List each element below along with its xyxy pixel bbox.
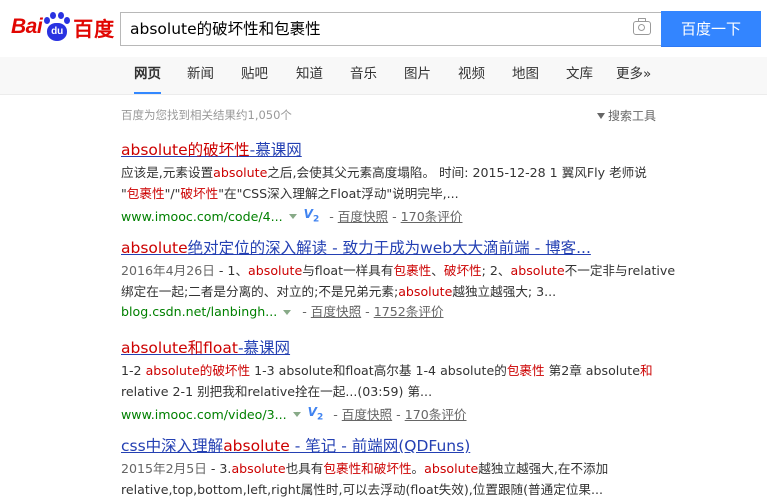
result-abstract: 2015年2月5日 - 3.absolute也具有包裹性和破坏性。absolut… (121, 461, 609, 497)
nav-tabs: 网页 新闻 贴吧 知道 音乐 图片 视频 地图 文库 更多» (0, 57, 767, 95)
logo-text-mid: du (51, 26, 64, 37)
reviews-link[interactable]: 170条评价 (405, 406, 467, 424)
tab-music[interactable]: 音乐 (350, 57, 377, 94)
verified-v2-icon[interactable]: V2 (308, 403, 324, 426)
chevron-down-icon[interactable] (283, 309, 292, 315)
tab-web[interactable]: 网页 (134, 57, 161, 94)
result-abstract: 2016年4月26日 - 1、absolute与float一样具有包裹性、破坏性… (121, 263, 676, 299)
chevron-down-icon[interactable] (288, 214, 297, 220)
result-cite: blog.csdn.net/lanbingh... - 百度快照 - 1752条… (121, 303, 444, 321)
snapshot-link[interactable]: 百度快照 (338, 208, 388, 226)
search-query[interactable]: absolute的破坏性和包裹性 (130, 13, 321, 45)
snapshot-link[interactable]: 百度快照 (342, 406, 392, 424)
tab-video[interactable]: 视频 (458, 57, 485, 94)
result-cite: www.imooc.com/code/4... V2 - 百度快照 - 170条… (121, 205, 681, 228)
search-input[interactable]: absolute的破坏性和包裹性 (120, 12, 661, 46)
result-title-link[interactable]: absolute绝对定位的深入解读 - 致力于成为web大大滴前端 - 博客..… (121, 238, 681, 258)
search-result: css中深入理解absolute - 笔记 - 前端网(QDFuns) 2015… (121, 436, 681, 500)
result-url[interactable]: www.imooc.com/code/4... (121, 208, 283, 226)
result-url[interactable]: blog.csdn.net/lanbingh... (121, 303, 277, 321)
result-cite: www.imooc.com/video/3... V2 - 百度快照 - 170… (121, 403, 681, 426)
search-result: absolute和float-慕课网 1-2 absolute的破坏性 1-3 … (121, 338, 681, 426)
paw-icon: du (43, 12, 71, 42)
tab-news[interactable]: 新闻 (187, 57, 214, 94)
camera-icon[interactable] (633, 18, 651, 35)
search-tools-button[interactable]: 搜索工具 (597, 107, 656, 124)
snapshot-link[interactable]: 百度快照 (311, 303, 361, 321)
logo-text-right: 百度 (73, 16, 116, 41)
tab-tieba[interactable]: 贴吧 (241, 57, 268, 94)
search-result: absolute绝对定位的深入解读 - 致力于成为web大大滴前端 - 博客..… (121, 238, 681, 321)
result-count: 百度为您找到相关结果约1,050个 (121, 108, 292, 122)
result-title-link[interactable]: absolute的破坏性-慕课网 (121, 140, 681, 160)
baidu-logo[interactable]: Bai du 百度 (11, 9, 115, 45)
tab-more[interactable]: 更多» (616, 57, 651, 94)
result-title-link[interactable]: css中深入理解absolute - 笔记 - 前端网(QDFuns) (121, 436, 681, 456)
logo-text-left: Bai (11, 15, 43, 38)
header: Bai du 百度 absolute的破坏性和包裹性 百度一下 (0, 0, 767, 57)
tab-wenku[interactable]: 文库 (566, 57, 593, 94)
search-tools-label: 搜索工具 (608, 109, 657, 123)
tab-zhidao[interactable]: 知道 (296, 57, 323, 94)
result-abstract: 1-2 absolute的破坏性 1-3 absolute和float高尔基 1… (121, 363, 653, 399)
result-abstract: 应该是,元素设置absolute之后,会使其父元素高度塌陷。 时间: 2015-… (121, 165, 647, 201)
result-title-link[interactable]: absolute和float-慕课网 (121, 338, 681, 358)
search-button[interactable]: 百度一下 (661, 11, 761, 47)
verified-v2-icon[interactable]: V2 (304, 205, 320, 228)
search-result: absolute的破坏性-慕课网 应该是,元素设置absolute之后,会使其父… (121, 140, 681, 228)
reviews-link[interactable]: 1752条评价 (374, 303, 444, 321)
tab-images[interactable]: 图片 (404, 57, 431, 94)
tab-map[interactable]: 地图 (512, 57, 539, 94)
result-url[interactable]: www.imooc.com/video/3... (121, 406, 287, 424)
filter-icon (597, 112, 605, 119)
reviews-link[interactable]: 170条评价 (401, 208, 463, 226)
chevron-down-icon[interactable] (292, 412, 301, 418)
